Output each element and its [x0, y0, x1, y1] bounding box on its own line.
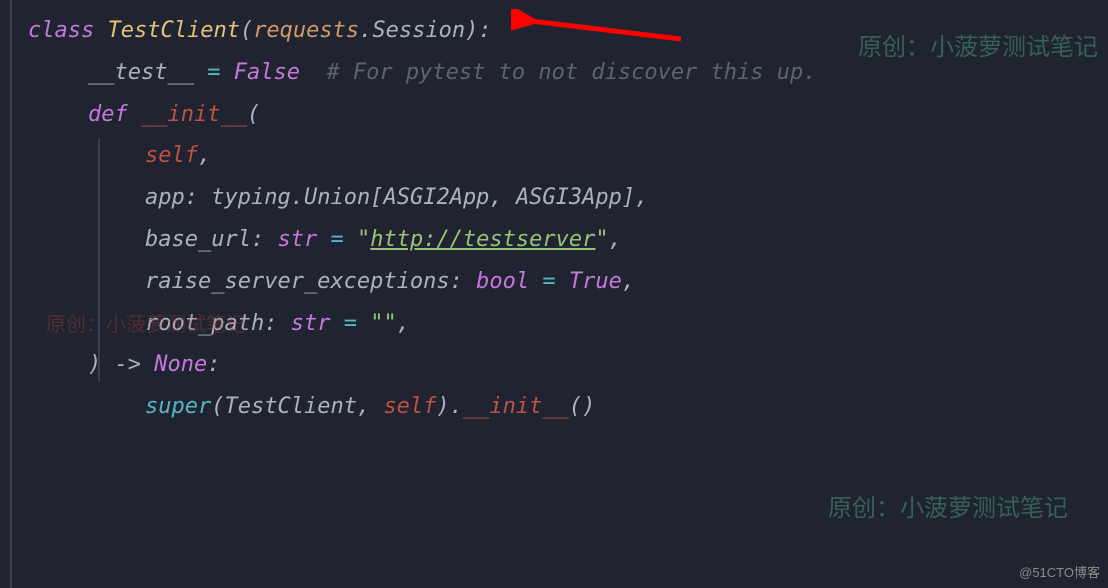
type-bool: bool — [476, 261, 529, 303]
arrow-annotation-icon — [511, 9, 691, 49]
type-str-2: str — [291, 303, 331, 345]
typing-module: typing — [211, 177, 290, 219]
param-root-path: root_path — [145, 303, 264, 345]
code-line-9: root_path: str = "", — [0, 303, 1108, 345]
base-class: Session — [372, 10, 465, 52]
comma: , — [198, 135, 211, 177]
watermark-bottom-right: 原创：小菠萝测试笔记 — [828, 486, 1068, 532]
func-name: __init__ — [141, 94, 247, 136]
code-line-7: base_url: str = "http://testserver", — [0, 219, 1108, 261]
paren-open: ( — [240, 10, 253, 52]
base-module: requests — [253, 10, 359, 52]
comment: # For pytest to not discover this up. — [300, 52, 817, 94]
code-line-2: __test__ = False # For pytest to not dis… — [0, 52, 1108, 94]
self-arg: self — [383, 386, 436, 428]
type-arg2: ASGI3App — [516, 177, 622, 219]
colon: : — [478, 10, 491, 52]
type-arg1: ASGI2App — [383, 177, 489, 219]
keyword-class: class — [28, 10, 94, 52]
return-type: None — [154, 344, 207, 386]
code-line-5: self, — [0, 135, 1108, 177]
code-line-11: super(TestClient, self).__init__() — [0, 386, 1108, 428]
code-line-8: raise_server_exceptions: bool = True, — [0, 261, 1108, 303]
equals: = — [194, 52, 234, 94]
dot: . — [359, 10, 372, 52]
url-string: http://testserver — [370, 219, 595, 261]
init-method: __init__ — [463, 386, 569, 428]
paren-close: ) — [88, 344, 101, 386]
super-cls: TestClient — [224, 386, 356, 428]
keyword-def: def — [88, 94, 128, 136]
type-str: str — [277, 219, 317, 261]
code-line-6: app: typing.Union[ASGI2App, ASGI3App], — [0, 177, 1108, 219]
bool-true: True — [569, 261, 622, 303]
attribution-text: @51CTO博客 — [1019, 561, 1100, 586]
param-base-url: base_url — [145, 219, 251, 261]
param-app: app — [145, 177, 185, 219]
union-type: Union — [304, 177, 370, 219]
paren-open: ( — [247, 94, 260, 136]
super-call: super — [145, 386, 211, 428]
empty-string: "" — [370, 303, 397, 345]
self-param: self — [145, 135, 198, 177]
attr-name: __test__ — [88, 52, 194, 94]
paren-close: ) — [465, 10, 478, 52]
class-name: TestClient — [107, 10, 239, 52]
param-raise-exc: raise_server_exceptions — [145, 261, 450, 303]
bool-false: False — [234, 52, 300, 94]
code-line-10: ) -> None: — [0, 344, 1108, 386]
code-line-4: def __init__( — [0, 94, 1108, 136]
